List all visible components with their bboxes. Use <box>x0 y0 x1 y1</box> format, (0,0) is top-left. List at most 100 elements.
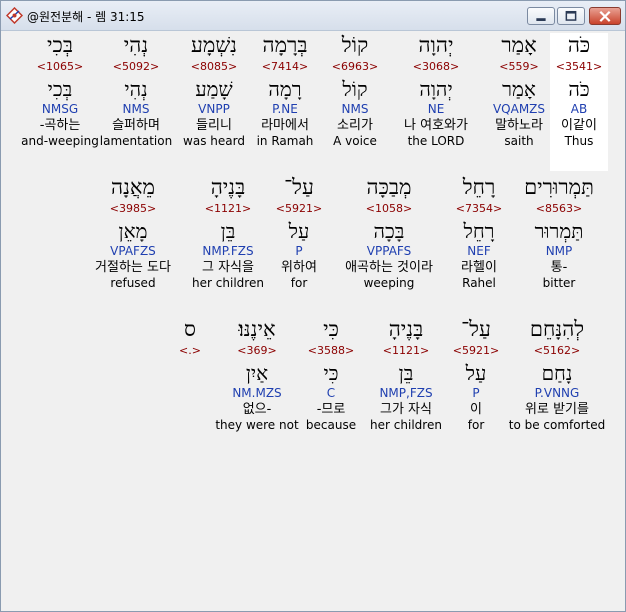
hebrew-word: רָחֵל <box>462 175 496 199</box>
lemma-form: כִּי <box>323 361 339 385</box>
word-token[interactable]: רָחֵל <7354> רָחֵל NEF 라헬이 Rahel <box>448 175 510 307</box>
word-token[interactable]: עַל־ <5921> עַל P 위하여 for <box>273 175 325 307</box>
parsing-code: P <box>295 244 303 258</box>
korean-gloss: -곡하는 <box>39 118 81 133</box>
english-gloss: bitter <box>542 276 576 290</box>
english-gloss: her children <box>370 418 442 432</box>
word-token[interactable]: מֵאֲנָה <3985> מָאֵן VPAFZS 거절하는 도다 refused <box>81 175 185 307</box>
hebrew-word: ס <box>184 317 196 341</box>
close-button[interactable] <box>589 7 621 25</box>
korean-gloss: 들리니 <box>196 118 232 133</box>
strong-number: <3541> <box>555 60 603 73</box>
english-gloss: and-weeping <box>21 134 99 148</box>
word-token[interactable]: כֹּה <3541> כֹּה AB 이같이 Thus <box>550 33 608 171</box>
strong-number: <1121> <box>382 344 430 357</box>
title-bar[interactable]: @원전분해 - 렘 31:15 <box>1 1 625 31</box>
maximize-icon <box>565 10 577 21</box>
korean-gloss: 말하노라 <box>495 118 543 133</box>
parsing-code: NMSG <box>41 102 79 116</box>
hebrew-word: מְבַכָּה <box>366 175 412 199</box>
english-gloss: to be comforted <box>508 418 606 432</box>
lemma-form <box>175 361 205 385</box>
word-token[interactable]: אָמַר <559> אָמַר VQAMZS 말하노라 saith <box>481 33 557 165</box>
korean-gloss: -므로 <box>316 402 346 417</box>
strong-number: <5162> <box>533 344 581 357</box>
minimize-button[interactable] <box>527 7 555 25</box>
parsing-code: VPPAFS <box>366 244 412 258</box>
korean-gloss: 위하여 <box>281 260 317 275</box>
strong-number: <5921> <box>452 344 500 357</box>
hebrew-word: כִּי <box>323 317 339 341</box>
hebrew-word: בָּנֶיהָ <box>388 317 424 341</box>
parsing-code: VPAFZS <box>110 244 156 258</box>
parsing-code: NM.MZS <box>232 386 282 400</box>
lemma-form: בְּכִי <box>47 77 73 101</box>
english-gloss: for <box>467 418 485 432</box>
strong-number: <6963> <box>331 60 379 73</box>
english-gloss: was heard <box>183 134 245 148</box>
korean-gloss: 위로 받기를 <box>525 402 589 417</box>
strong-number: <3588> <box>307 344 355 357</box>
strong-number: <369> <box>237 344 277 357</box>
hebrew-word: יְהוָה <box>418 33 454 57</box>
word-token[interactable]: בָּנֶיהָ <1121> בֵּן NMP.FZS 그 자식을 her childr… <box>189 175 267 307</box>
lemma-form: שָׁמַע <box>195 77 233 101</box>
lemma-form: בֵּן <box>398 361 414 385</box>
word-token[interactable]: כִּי <3588> כִּי C -므로 because <box>301 317 361 449</box>
word-token[interactable]: נִשְׁמָע <8085> שָׁמַע VNPP 들리니 was heard <box>179 33 249 165</box>
interlinear-panel: כֹּה <3541> כֹּה AB 이같이 Thus אָמַר <559> אָמַר VQ… <box>2 31 624 611</box>
maximize-button[interactable] <box>557 7 585 25</box>
lemma-form: בֵּן <box>220 219 236 243</box>
lemma-form: אָמַר <box>502 77 536 101</box>
strong-number: <3985> <box>109 202 157 215</box>
english-gloss: weeping <box>363 276 415 290</box>
hebrew-word: בְּכִי <box>47 33 73 57</box>
minimize-icon <box>536 18 546 21</box>
strong-number: <7414> <box>261 60 309 73</box>
strong-number: <3068> <box>412 60 460 73</box>
word-token[interactable]: קוֹל <6963> קוֹל NMS 소리가 A voice <box>324 33 386 165</box>
parsing-code: P <box>472 386 480 400</box>
english-gloss: saith <box>504 134 534 148</box>
word-token[interactable]: לְהִנָּחֵם <5162> נָחַם P.VNNG 위로 받기를 to be c… <box>507 317 607 449</box>
word-token[interactable]: אֵינֶנּוּ׃ <369> אַיִן NM.MZS 없으-they were n… <box>212 317 302 449</box>
window-title: @원전분해 - 렘 31:15 <box>27 10 145 24</box>
hebrew-word: אָמַר <box>501 33 537 57</box>
hebrew-word: לְהִנָּחֵם <box>529 317 585 341</box>
lemma-form: עַל <box>288 219 310 243</box>
parsing-code: P.VNNG <box>534 386 580 400</box>
strong-number: <1058> <box>365 202 413 215</box>
korean-gloss: 그 자식을 <box>202 260 254 275</box>
word-token[interactable]: יְהוָה <3068> יְהוָה NE 나 여호와가 the LORD <box>391 33 481 165</box>
strong-number: <559> <box>499 60 539 73</box>
parsing-code: NMS <box>341 102 369 116</box>
english-gloss: for <box>290 276 308 290</box>
word-token[interactable]: מְבַכָּה <1058> בָּכָה VPPAFS 애곡하는 것이라 weepin… <box>341 175 437 307</box>
word-token[interactable]: בָּנֶיהָ <1121> בֵּן NMP,FZS 그가 자식 her childr… <box>368 317 444 449</box>
hebrew-word: עַל־ <box>284 175 314 199</box>
parsing-code: AB <box>570 102 588 116</box>
parsing-code: NMP <box>545 244 573 258</box>
hebrew-word: אֵינֶנּוּ׃ <box>238 317 276 341</box>
lemma-form: אַיִן <box>245 361 269 385</box>
word-token[interactable]: בְּרָמָה <7414> רָמָה P.NE 라마에서 in Ramah <box>249 33 321 165</box>
korean-gloss: 이 <box>470 402 482 417</box>
parsing-code: P.NE <box>272 102 298 116</box>
korean-gloss: 나 여호와가 <box>404 118 468 133</box>
word-token[interactable]: ס <.> <box>175 317 205 449</box>
parsing-code: NMP,FZS <box>379 386 433 400</box>
strong-number: <5921> <box>275 202 323 215</box>
parsing-code: NE <box>427 102 445 116</box>
korean-gloss: 애곡하는 것이라 <box>345 260 433 275</box>
korean-gloss: 통- <box>550 260 568 275</box>
close-icon <box>599 10 611 22</box>
hebrew-word: בְּרָמָה <box>262 33 308 57</box>
word-token[interactable]: עַל־ <5921> עַל P 이 for <box>451 317 501 449</box>
english-gloss: they were not <box>215 418 299 432</box>
lemma-form: רָמָה <box>268 77 302 101</box>
word-token[interactable]: בְּכִי <1065> בְּכִי NMSG -곡하는 and-weeping <box>13 33 107 165</box>
parsing-code: NEF <box>467 244 491 258</box>
word-token[interactable]: תַּמְרוּרִים <8563> תַּמְרוּר NMP 통-bitter <box>518 175 600 307</box>
english-gloss: her children <box>192 276 264 290</box>
hebrew-word: בָּנֶיהָ <box>210 175 246 199</box>
